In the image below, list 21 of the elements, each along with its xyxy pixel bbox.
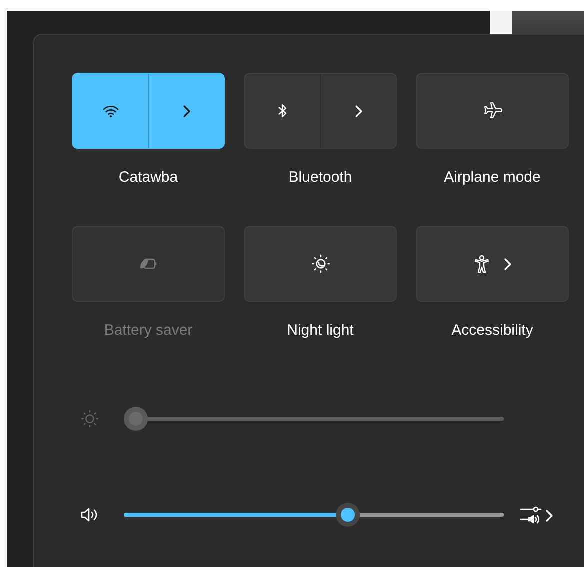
chevron-right-icon	[504, 258, 512, 270]
toggle-button[interactable]	[244, 226, 397, 302]
tile-label: Battery saver	[104, 321, 193, 341]
expand-button[interactable]	[416, 226, 569, 302]
bluetooth-icon	[278, 103, 288, 119]
tile-label: Catawba	[118, 168, 178, 188]
tile-label: Accessibility	[452, 321, 534, 341]
slider-thumb[interactable]	[336, 503, 360, 527]
speaker-icon[interactable]	[80, 507, 100, 523]
accessibility-person-icon	[474, 254, 490, 274]
tile-label: Airplane mode	[444, 168, 541, 188]
battery-leaf-icon	[138, 257, 158, 271]
chevron-right-icon	[354, 104, 362, 118]
brightness-icon	[80, 409, 100, 429]
chevron-right-icon	[182, 104, 190, 118]
night-light-icon	[310, 254, 330, 274]
wifi-icon	[102, 104, 118, 118]
airplane-icon	[482, 102, 502, 120]
toggle-button[interactable]	[416, 73, 569, 149]
tile-label: Night light	[287, 321, 354, 341]
tile-label: Bluetooth	[288, 168, 352, 188]
